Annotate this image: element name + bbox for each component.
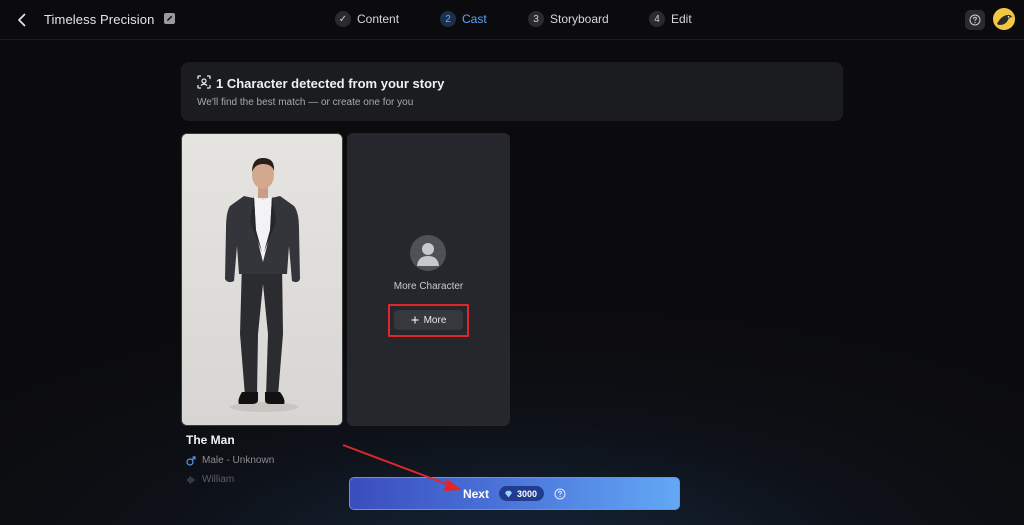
- edit-title-button[interactable]: [163, 12, 176, 25]
- character-name: The Man: [186, 433, 235, 447]
- top-bar: Timeless Precision ✓ Content 2 Cast 3 St…: [0, 0, 1024, 40]
- step-content[interactable]: ✓ Content: [335, 11, 399, 27]
- character-card[interactable]: [181, 133, 343, 426]
- step-label: Cast: [462, 12, 487, 26]
- question-circle-icon: [969, 14, 981, 26]
- step-number: 3: [528, 11, 544, 27]
- step-edit[interactable]: 4 Edit: [649, 11, 692, 27]
- step-storyboard[interactable]: 3 Storyboard: [528, 11, 609, 27]
- credit-amount: 3000: [516, 488, 538, 499]
- character-voice: William: [186, 474, 234, 485]
- step-label: Storyboard: [550, 12, 609, 26]
- check-icon: ✓: [335, 11, 351, 27]
- placeholder-avatar: [410, 235, 446, 271]
- back-button[interactable]: [13, 11, 31, 29]
- next-button-label: Next: [462, 486, 489, 501]
- step-number: 4: [649, 11, 665, 27]
- more-button[interactable]: More: [394, 310, 463, 330]
- step-label: Edit: [671, 12, 692, 26]
- more-character-card[interactable]: More Character More: [347, 133, 510, 426]
- character-gender: Male - Unknown: [186, 455, 274, 466]
- voice-name: William: [202, 474, 235, 485]
- voice-wave-icon: [187, 475, 195, 484]
- help-button[interactable]: [965, 10, 985, 30]
- edit-pencil-icon: [164, 13, 175, 24]
- gender-age-text: Male - Unknown: [202, 455, 275, 466]
- scan-face-icon: [197, 75, 211, 89]
- plus-icon: [411, 316, 419, 324]
- chevron-left-icon: [18, 13, 26, 27]
- detection-banner: 1 Character detected from your story We'…: [181, 62, 843, 121]
- more-character-label: More Character: [393, 281, 464, 292]
- question-circle-icon[interactable]: [554, 488, 566, 500]
- banner-subtitle: We'll find the best match — or create on…: [197, 97, 414, 108]
- project-title: Timeless Precision: [44, 12, 155, 27]
- step-number: 2: [440, 11, 456, 27]
- banner-title: 1 Character detected from your story: [216, 76, 445, 91]
- gem-icon: [504, 490, 512, 497]
- bird-avatar-icon: [993, 8, 1015, 30]
- step-label: Content: [357, 12, 400, 26]
- next-button[interactable]: Next 3000: [349, 477, 680, 510]
- user-avatar[interactable]: [993, 8, 1015, 30]
- more-button-label: More: [423, 314, 447, 326]
- step-cast[interactable]: 2 Cast: [440, 11, 487, 27]
- character-photo: [182, 134, 342, 425]
- credit-cost-badge: 3000: [498, 486, 545, 501]
- user-silhouette-icon: [417, 243, 439, 266]
- male-icon: [186, 455, 196, 466]
